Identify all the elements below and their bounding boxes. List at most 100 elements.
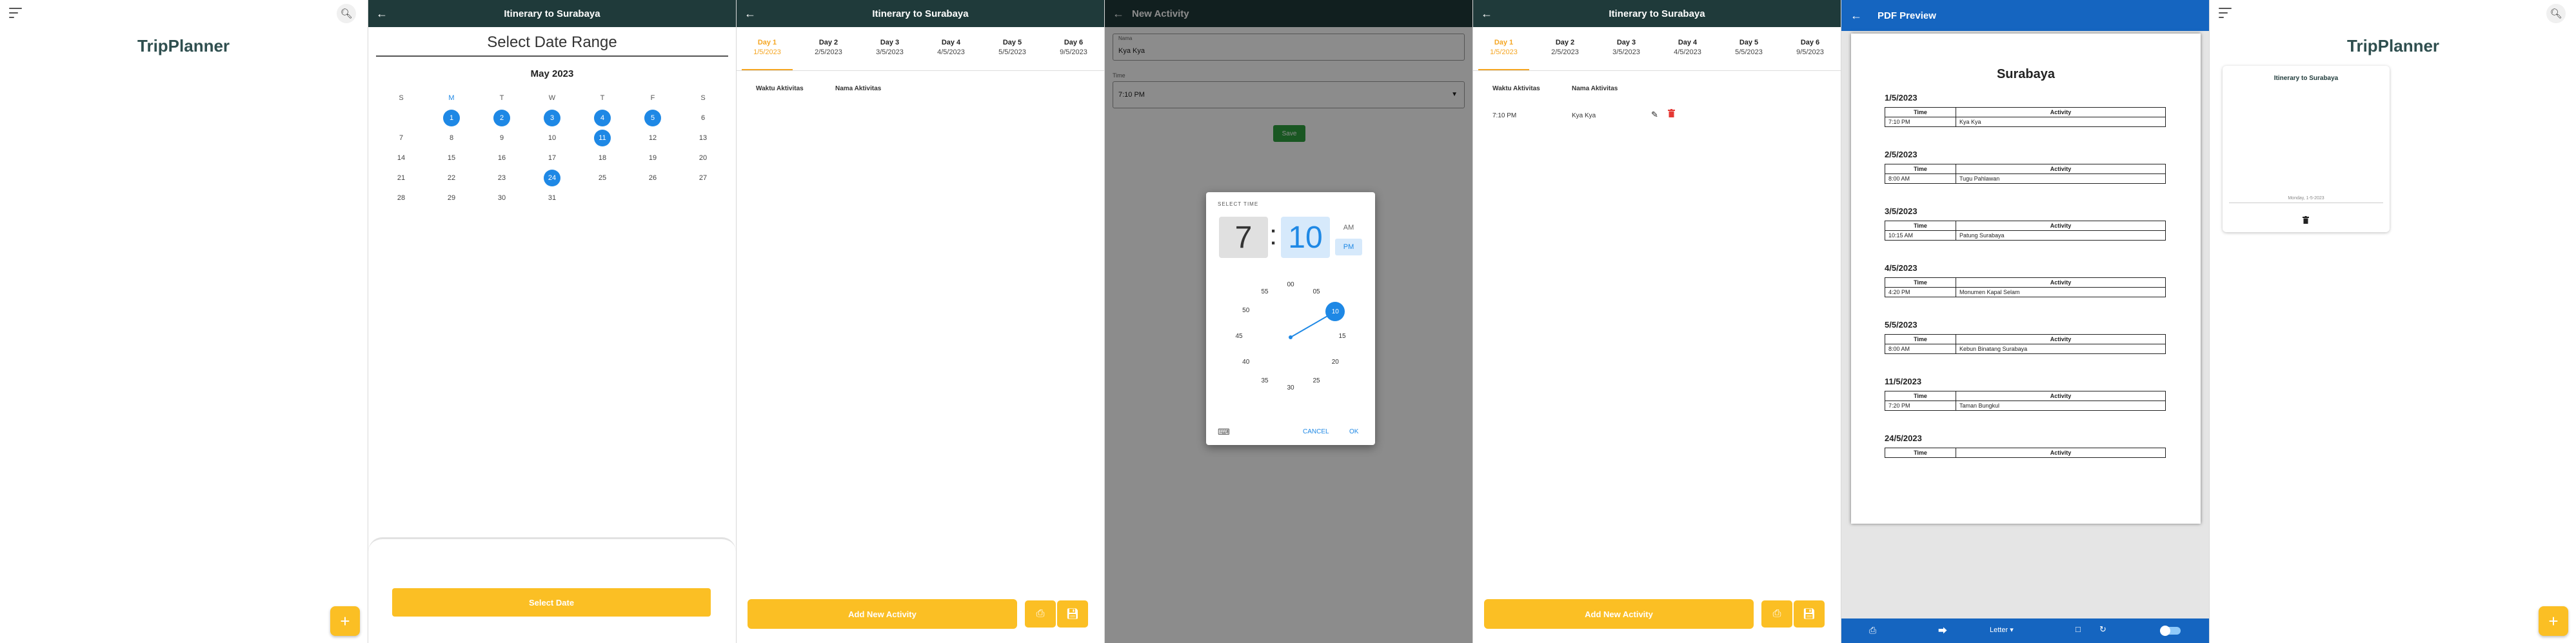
- dial-minute[interactable]: 10: [1325, 302, 1345, 321]
- select-date-button[interactable]: Select Date: [392, 588, 711, 617]
- rotate-icon[interactable]: ↻: [2099, 624, 2106, 635]
- edit-icon[interactable]: ✎: [1651, 110, 1658, 120]
- dial-minute[interactable]: 45: [1231, 333, 1247, 342]
- back-arrow-icon[interactable]: ←: [737, 7, 764, 21]
- calendar-day[interactable]: 28: [376, 188, 426, 208]
- add-activity-button[interactable]: Add New Activity: [1484, 599, 1754, 629]
- tab-day[interactable]: Day 1 1/5/2023: [1473, 34, 1534, 70]
- page-icon[interactable]: □: [2076, 624, 2081, 634]
- calendar-day[interactable]: 17: [527, 148, 577, 168]
- dial-minute[interactable]: 35: [1256, 377, 1273, 386]
- calendar-day[interactable]: 14: [376, 148, 426, 168]
- keyboard-icon[interactable]: ⌨: [1218, 427, 1230, 437]
- itinerary-card[interactable]: Itinerary to Surabaya Monday, 1-5-2023: [2223, 66, 2390, 232]
- dial-minute[interactable]: 55: [1256, 288, 1273, 297]
- minute-display[interactable]: 10: [1281, 217, 1330, 258]
- calendar-day[interactable]: 16: [477, 148, 527, 168]
- calendar-day[interactable]: 1: [426, 108, 477, 128]
- tab-day[interactable]: Day 2 2/5/2023: [798, 34, 859, 70]
- day-number: 13: [698, 134, 708, 142]
- calendar-day[interactable]: 9: [477, 128, 527, 148]
- calendar-day[interactable]: 20: [678, 148, 728, 168]
- dial-minute[interactable]: 20: [1327, 359, 1343, 368]
- tab-day[interactable]: Day 5 5/5/2023: [1718, 34, 1779, 70]
- day-number: 8: [449, 134, 454, 142]
- back-arrow-icon[interactable]: ←: [1473, 7, 1500, 21]
- calendar-day[interactable]: 27: [678, 168, 728, 188]
- search-icon[interactable]: 🔍︎: [337, 4, 356, 23]
- menu-icon[interactable]: [9, 8, 22, 18]
- calendar-day[interactable]: 5: [628, 108, 678, 128]
- print-button[interactable]: ⎙: [1025, 600, 1056, 628]
- back-arrow-icon[interactable]: ←: [1850, 9, 1862, 23]
- dial-minute[interactable]: 15: [1334, 333, 1351, 342]
- calendar-day[interactable]: 15: [426, 148, 477, 168]
- calendar-day[interactable]: 2: [477, 108, 527, 128]
- calendar-day[interactable]: 6: [678, 108, 728, 128]
- tab-day[interactable]: Day 4 4/5/2023: [1657, 34, 1718, 70]
- back-arrow-icon[interactable]: ←: [368, 7, 395, 21]
- tab-day[interactable]: Day 2 2/5/2023: [1534, 34, 1596, 70]
- pdf-col-activity: Activity: [1956, 448, 2166, 458]
- menu-icon[interactable]: [2219, 8, 2232, 18]
- add-itinerary-button[interactable]: +: [2539, 606, 2568, 636]
- calendar-day[interactable]: 19: [628, 148, 678, 168]
- calendar-day[interactable]: 26: [628, 168, 678, 188]
- day-number: 11: [594, 129, 611, 146]
- dial-minute[interactable]: 40: [1238, 359, 1254, 368]
- pm-toggle[interactable]: PM: [1335, 239, 1362, 255]
- calendar-day[interactable]: 25: [577, 168, 628, 188]
- calendar-day[interactable]: 12: [628, 128, 678, 148]
- calendar-day[interactable]: 3: [527, 108, 577, 128]
- save-button[interactable]: 💾︎: [1057, 600, 1088, 628]
- dial-minute[interactable]: 00: [1282, 281, 1299, 290]
- calendar-day[interactable]: 23: [477, 168, 527, 188]
- time-picker-dialog: SELECT TIME 7 : 10 AM PM 00 05 10 15 20 25 30 3…: [1206, 192, 1375, 445]
- dial-minute[interactable]: 30: [1282, 384, 1299, 393]
- home-filled-screen: 🔍︎ TripPlanner Itinerary to Surabaya Mon…: [2210, 0, 2576, 643]
- tab-day-label: Day 6: [1800, 39, 1820, 46]
- share-icon[interactable]: ⮕: [1938, 624, 1947, 637]
- add-itinerary-button[interactable]: +: [330, 606, 360, 636]
- tab-day[interactable]: Day 6 9/5/2023: [1779, 34, 1841, 70]
- delete-icon[interactable]: [1668, 109, 1675, 117]
- cancel-button[interactable]: CANCEL: [1303, 428, 1329, 435]
- calendar-day[interactable]: 30: [477, 188, 527, 208]
- print-icon[interactable]: ⎙: [1869, 625, 1876, 636]
- toggle-icon[interactable]: [2160, 626, 2181, 636]
- tab-day[interactable]: Day 6 9/5/2023: [1043, 34, 1104, 70]
- print-button[interactable]: ⎙: [1761, 600, 1792, 628]
- tab-day[interactable]: Day 3 3/5/2023: [1596, 34, 1657, 70]
- clock-dial[interactable]: 00 05 10 15 20 25 30 35 40 45 50 55: [1229, 276, 1352, 399]
- calendar-day[interactable]: 11: [577, 128, 628, 148]
- calendar-day[interactable]: 31: [527, 188, 577, 208]
- calendar-day[interactable]: 8: [426, 128, 477, 148]
- dial-minute[interactable]: 05: [1308, 288, 1325, 297]
- tab-day[interactable]: Day 4 4/5/2023: [920, 34, 982, 70]
- tab-day[interactable]: Day 3 3/5/2023: [859, 34, 920, 70]
- calendar-day[interactable]: 7: [376, 128, 426, 148]
- tab-day[interactable]: Day 1 1/5/2023: [737, 34, 798, 70]
- ok-button[interactable]: OK: [1349, 428, 1358, 435]
- am-toggle[interactable]: AM: [1335, 219, 1362, 236]
- pdf-col-activity: Activity: [1956, 334, 2166, 344]
- calendar-day[interactable]: 22: [426, 168, 477, 188]
- calendar-day[interactable]: 4: [577, 108, 628, 128]
- calendar-day[interactable]: 24: [527, 168, 577, 188]
- search-icon[interactable]: 🔍︎: [2546, 4, 2566, 23]
- tab-date-label: 1/5/2023: [1490, 48, 1518, 56]
- calendar-day[interactable]: 18: [577, 148, 628, 168]
- save-button[interactable]: 💾︎: [1794, 600, 1825, 628]
- hour-display[interactable]: 7: [1219, 217, 1268, 258]
- dial-minute[interactable]: 50: [1238, 307, 1254, 316]
- add-activity-button[interactable]: Add New Activity: [748, 599, 1017, 629]
- paper-size-dropdown[interactable]: Letter ▾: [1990, 626, 2014, 634]
- itinerary-screen: ← Itinerary to Surabaya Day 1 1/5/2023 Day…: [737, 0, 1105, 643]
- calendar-day[interactable]: 13: [678, 128, 728, 148]
- calendar-day[interactable]: 10: [527, 128, 577, 148]
- trash-icon[interactable]: [2303, 215, 2309, 224]
- calendar-day[interactable]: 29: [426, 188, 477, 208]
- calendar-day[interactable]: 21: [376, 168, 426, 188]
- tab-day[interactable]: Day 5 5/5/2023: [982, 34, 1043, 70]
- dial-minute[interactable]: 25: [1308, 377, 1325, 386]
